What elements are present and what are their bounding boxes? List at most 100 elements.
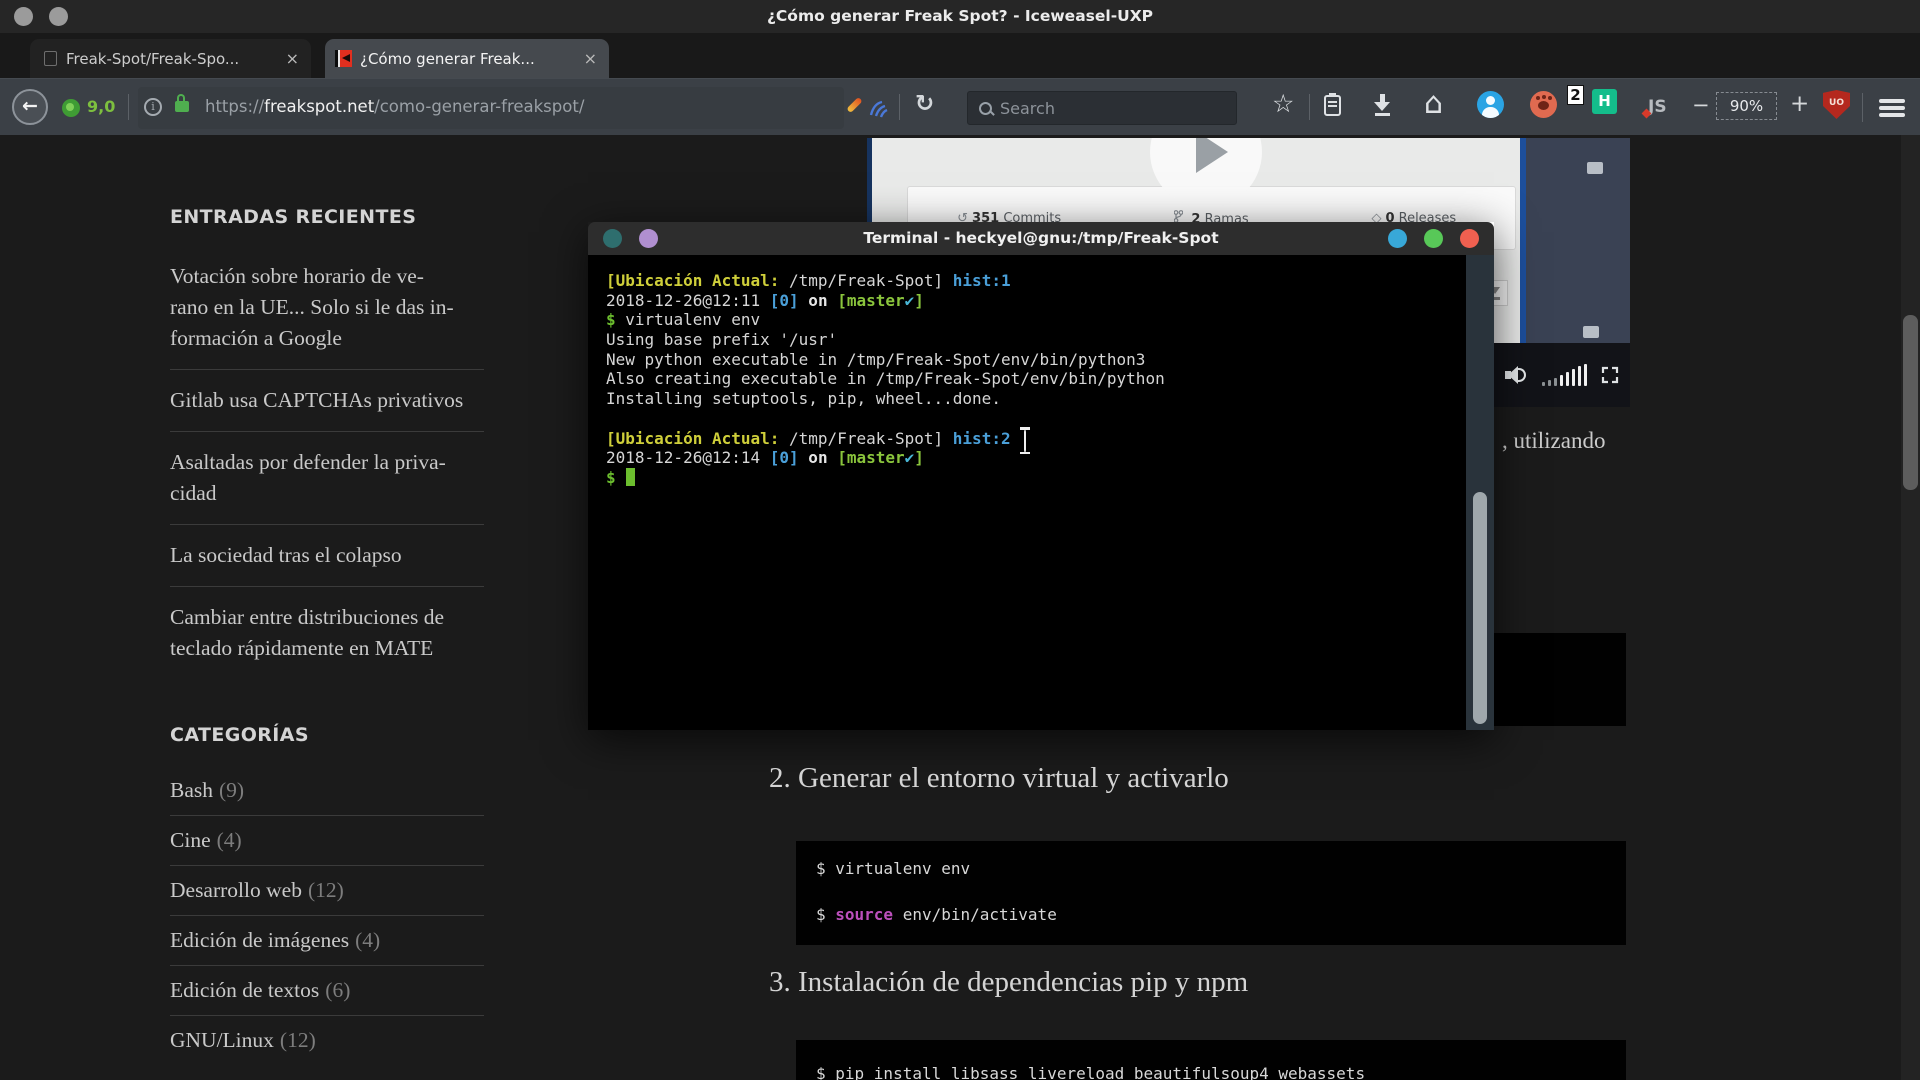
terminal-window[interactable]: Terminal - heckyel@gnu:/tmp/Freak-Spot [… [588,222,1494,730]
terminal-location-label: [Ubicación Actual: [606,271,779,290]
https-everywhere-icon[interactable]: H [1592,89,1617,114]
terminal-scrollbar-thumb[interactable] [1473,492,1487,724]
recent-entry-link[interactable]: Votación sobre horario de ve- rano en la… [170,246,484,369]
panel-icon [1587,162,1603,174]
panel-icon [1583,326,1599,338]
volume-bars[interactable] [1542,364,1588,386]
wot-rating-icon[interactable] [62,99,80,117]
bookmark-star-icon[interactable]: ☆ [1272,89,1294,118]
terminal-maximize-button[interactable] [1424,229,1443,248]
terminal-retcode: [0] [770,448,799,467]
lock-icon[interactable] [175,101,189,112]
account-icon[interactable] [1477,91,1504,118]
separator [1862,93,1863,122]
check-icon: ✔ [905,291,915,310]
category-count: (12) [308,878,344,902]
recent-entry-link[interactable]: Asaltadas por defender la priva- cidad [170,431,484,524]
category-link[interactable]: Desarrollo web(12) [170,865,484,915]
code-block-step2: $ virtualenv env $ source env/bin/activa… [796,841,1626,945]
blocker-count-badge: 2 [1567,85,1584,105]
recent-entries-list: Votación sobre horario de ve- rano en la… [170,246,484,679]
code-line: $ source env/bin/activate [816,905,1606,924]
mouse-ibeam-cursor [1018,427,1032,454]
speaker-icon[interactable] [1505,365,1529,385]
tab-label: ¿Cómo generar Freak... [360,50,576,68]
terminal-retcode: [0] [770,291,799,310]
info-icon[interactable]: i [144,98,162,116]
category-link[interactable]: GNU/Linux(12) [170,1015,484,1065]
video-frame-side-panel [1526,138,1630,343]
ublock-icon[interactable]: UO [1823,90,1850,119]
home-icon[interactable]: ⌂ [1424,86,1443,121]
section-heading-2: 2. Generar el entorno virtual y activarl… [769,762,1229,795]
page-action-icon[interactable] [868,99,890,119]
code-line: $ virtualenv env [816,859,1606,878]
category-link[interactable]: Cine(4) [170,815,484,865]
category-name: GNU/Linux [170,1028,274,1052]
terminal-prompt: $ [606,468,616,487]
zoom-out-button[interactable]: − [1692,93,1710,117]
menu-icon[interactable] [1879,99,1905,117]
terminal-output-line: Installing setuptools, pip, wheel...done… [606,389,1001,408]
tab-close-icon[interactable]: × [576,49,609,68]
terminal-branch-close: ] [914,448,924,467]
search-box[interactable] [967,91,1237,125]
recent-entry-link[interactable]: La sociedad tras el colapso [170,524,484,586]
browser-window: ¿Cómo generar Freak Spot? - Iceweasel-UX… [0,0,1920,1080]
search-input[interactable] [992,99,1236,118]
reload-icon[interactable]: ↻ [915,91,934,117]
terminal-scrollbar-track[interactable] [1466,255,1494,730]
recent-entry-link[interactable]: Gitlab usa CAPTCHAs privativos [170,369,484,431]
category-count: (9) [219,778,244,802]
window-titlebar: ¿Cómo generar Freak Spot? - Iceweasel-UX… [0,0,1920,33]
terminal-titlebar-dot-purple[interactable] [639,229,658,248]
category-name: Desarrollo web [170,878,302,902]
back-button[interactable]: ← [12,89,48,125]
category-name: Bash [170,778,213,802]
recent-entry-link[interactable]: Cambiar entre distribuciones de teclado … [170,586,484,679]
terminal-prompt: $ [606,310,616,329]
category-count: (4) [355,928,380,952]
terminal-titlebar-dot-teal[interactable] [603,229,622,248]
category-name: Cine [170,828,211,852]
category-count: (4) [217,828,242,852]
category-count: (12) [280,1028,316,1052]
zoom-in-button[interactable]: + [1790,91,1809,117]
terminal-minimize-button[interactable] [1388,229,1407,248]
zoom-level[interactable]: 90% [1716,92,1777,120]
terminal-command: virtualenv env [616,310,761,329]
tab-close-icon[interactable]: × [278,49,311,68]
url-text: https://freakspot.net/como-generar-freak… [205,97,584,116]
categories-heading: CATEGORÍAS [170,724,500,746]
category-count: (6) [325,978,350,1002]
category-name: Edición de imágenes [170,928,349,952]
tab-freak-spot-repo[interactable]: Freak-Spot/Freak-Spo... × [30,39,311,78]
category-link[interactable]: Bash(9) [170,766,484,815]
page-icon [44,51,57,66]
terminal-output-line: Also creating executable in /tmp/Freak-S… [606,369,1165,388]
fullscreen-icon[interactable] [1600,365,1620,385]
page-scrollbar-track[interactable] [1901,135,1920,1080]
terminal-date: 2018-12-26@12:11 [606,291,770,310]
privacy-badger-icon[interactable] [1530,91,1557,118]
terminal-output-line: Using base prefix '/usr' [606,330,837,349]
terminal-titlebar[interactable]: Terminal - heckyel@gnu:/tmp/Freak-Spot [588,222,1494,255]
separator [899,94,900,120]
terminal-hist: hist:2 [943,429,1010,448]
article-text-fragment: , utilizando [1502,428,1605,454]
terminal-date: 2018-12-26@12:14 [606,448,770,467]
library-icon[interactable] [1324,95,1341,116]
terminal-blank-line [606,409,1165,429]
tab-como-generar-active[interactable]: ¿Cómo generar Freak... × [325,39,609,78]
downloads-icon[interactable] [1374,94,1392,116]
category-link[interactable]: Edición de textos(6) [170,965,484,1015]
terminal-close-button[interactable] [1460,229,1479,248]
category-name: Edición de textos [170,978,319,1002]
tab-bar: Freak-Spot/Freak-Spo... × ¿Cómo generar … [0,33,1920,78]
highlighter-icon[interactable] [846,97,862,113]
category-link[interactable]: Edición de imágenes(4) [170,915,484,965]
terminal-cursor [626,468,635,486]
separator [1309,94,1310,120]
page-scrollbar-thumb[interactable] [1903,315,1918,490]
search-icon [979,102,992,115]
